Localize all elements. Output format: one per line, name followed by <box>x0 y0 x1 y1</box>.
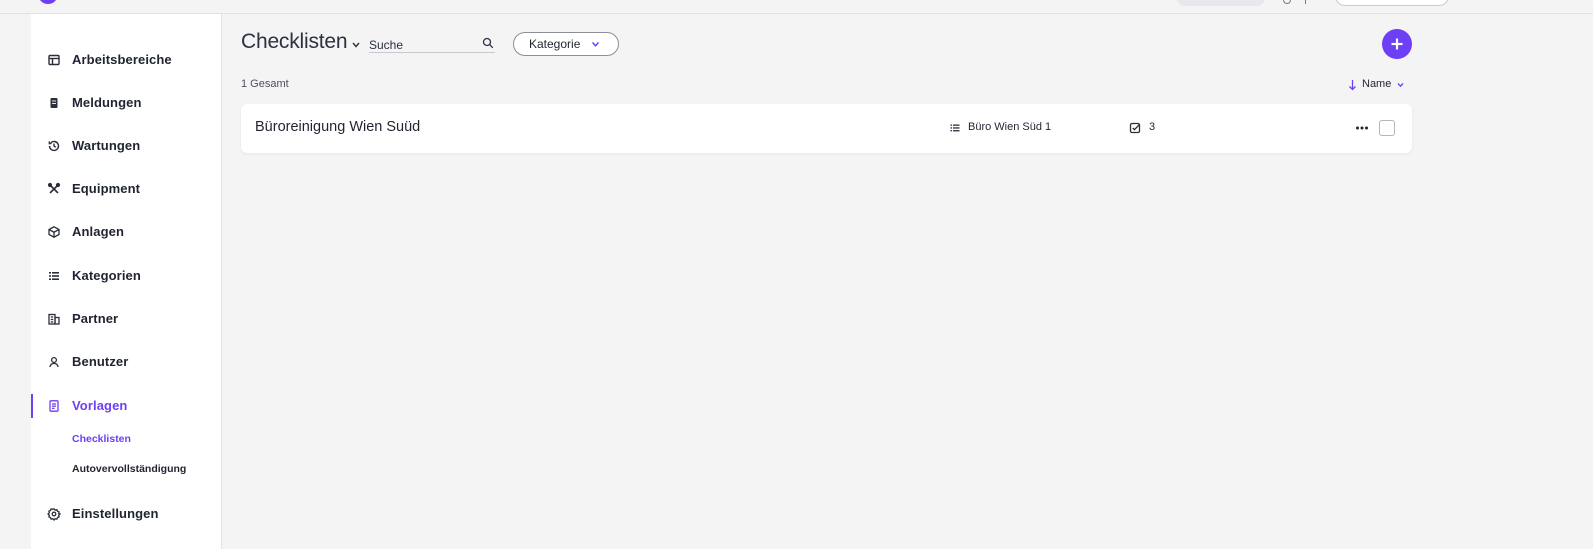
search-box <box>369 34 495 53</box>
building-icon <box>48 313 60 325</box>
chevron-down-icon <box>1397 83 1404 88</box>
page-title[interactable]: Checklisten <box>241 30 348 54</box>
sidebar-subitem-checklisten[interactable]: Checklisten <box>72 431 131 447</box>
list-icon <box>49 272 59 280</box>
add-checklist-button[interactable] <box>1382 29 1412 59</box>
top-bar <box>0 0 1593 14</box>
sidebar-subitem-autovervollstaendigung[interactable]: Autovervollständigung <box>72 461 186 477</box>
history-icon <box>48 140 60 152</box>
sidebar-item-anlagen[interactable]: Anlagen <box>31 220 222 244</box>
user-icon <box>49 356 59 368</box>
help-icon[interactable] <box>1283 0 1291 4</box>
row-select-checkbox[interactable] <box>1379 120 1395 136</box>
cube-icon <box>48 226 60 238</box>
more-options-icon[interactable] <box>1355 122 1369 134</box>
sort-label: Name <box>1362 78 1392 90</box>
sidebar: Arbeitsbereiche Meldungen Wartungen Equi… <box>31 14 222 549</box>
search-input[interactable] <box>369 34 477 52</box>
sidebar-item-label: Benutzer <box>72 354 129 369</box>
sidebar-item-label: Meldungen <box>72 95 142 110</box>
sidebar-item-label: Wartungen <box>72 138 141 153</box>
notification-icon <box>50 98 58 108</box>
sidebar-item-label: Equipment <box>72 181 141 196</box>
category-filter-dropdown[interactable]: Kategorie <box>513 32 619 56</box>
tools-icon <box>47 182 61 194</box>
sidebar-item-label: Partner <box>72 311 119 326</box>
document-icon <box>49 400 59 412</box>
sidebar-item-label: Arbeitsbereiche <box>72 52 172 67</box>
layout-icon <box>48 54 60 66</box>
sidebar-item-partner[interactable]: Partner <box>31 307 222 331</box>
user-menu-button[interactable] <box>1335 0 1449 6</box>
sidebar-item-label: Kategorien <box>72 268 141 283</box>
sidebar-item-equipment[interactable]: Equipment <box>31 177 222 201</box>
notification-icon[interactable] <box>1305 0 1311 4</box>
sidebar-item-label: Einstellungen <box>72 506 159 521</box>
search-icon[interactable] <box>482 37 494 49</box>
arrow-down-icon <box>1349 80 1356 91</box>
sidebar-item-benutzer[interactable]: Benutzer <box>31 350 222 374</box>
checklist-item-count: 3 <box>1149 121 1156 133</box>
gear-icon <box>47 508 61 521</box>
active-indicator <box>31 394 33 418</box>
sidebar-item-wartungen[interactable]: Wartungen <box>31 134 222 158</box>
sidebar-item-vorlagen[interactable]: Vorlagen <box>31 394 222 418</box>
sidebar-item-label: Anlagen <box>72 224 124 239</box>
top-bar-pill[interactable] <box>1176 0 1266 6</box>
list-item[interactable]: Büroreinigung Wien Suüd Büro Wien Süd 1 … <box>241 104 1412 153</box>
checklist-name[interactable]: Büroreinigung Wien Suüd <box>255 119 420 135</box>
sidebar-item-einstellungen[interactable]: Einstellungen <box>31 502 222 526</box>
total-count: 1 Gesamt <box>241 78 289 90</box>
app-logo[interactable] <box>38 0 58 4</box>
sidebar-item-kategorien[interactable]: Kategorien <box>31 264 222 288</box>
plus-icon <box>1391 38 1403 50</box>
main-content: Checklisten Kategorie 1 Gesamt Name Büro… <box>222 14 1593 549</box>
sidebar-item-arbeitsbereiche[interactable]: Arbeitsbereiche <box>31 48 222 72</box>
checkbox-checked-icon <box>1129 122 1141 134</box>
list-icon <box>950 124 960 132</box>
chevron-down-icon <box>591 41 600 47</box>
chevron-down-icon[interactable] <box>351 41 361 49</box>
checklist-category: Büro Wien Süd 1 <box>968 121 1052 133</box>
sidebar-item-meldungen[interactable]: Meldungen <box>31 91 222 115</box>
sidebar-item-label: Vorlagen <box>72 398 128 413</box>
filter-label: Kategorie <box>529 37 581 51</box>
